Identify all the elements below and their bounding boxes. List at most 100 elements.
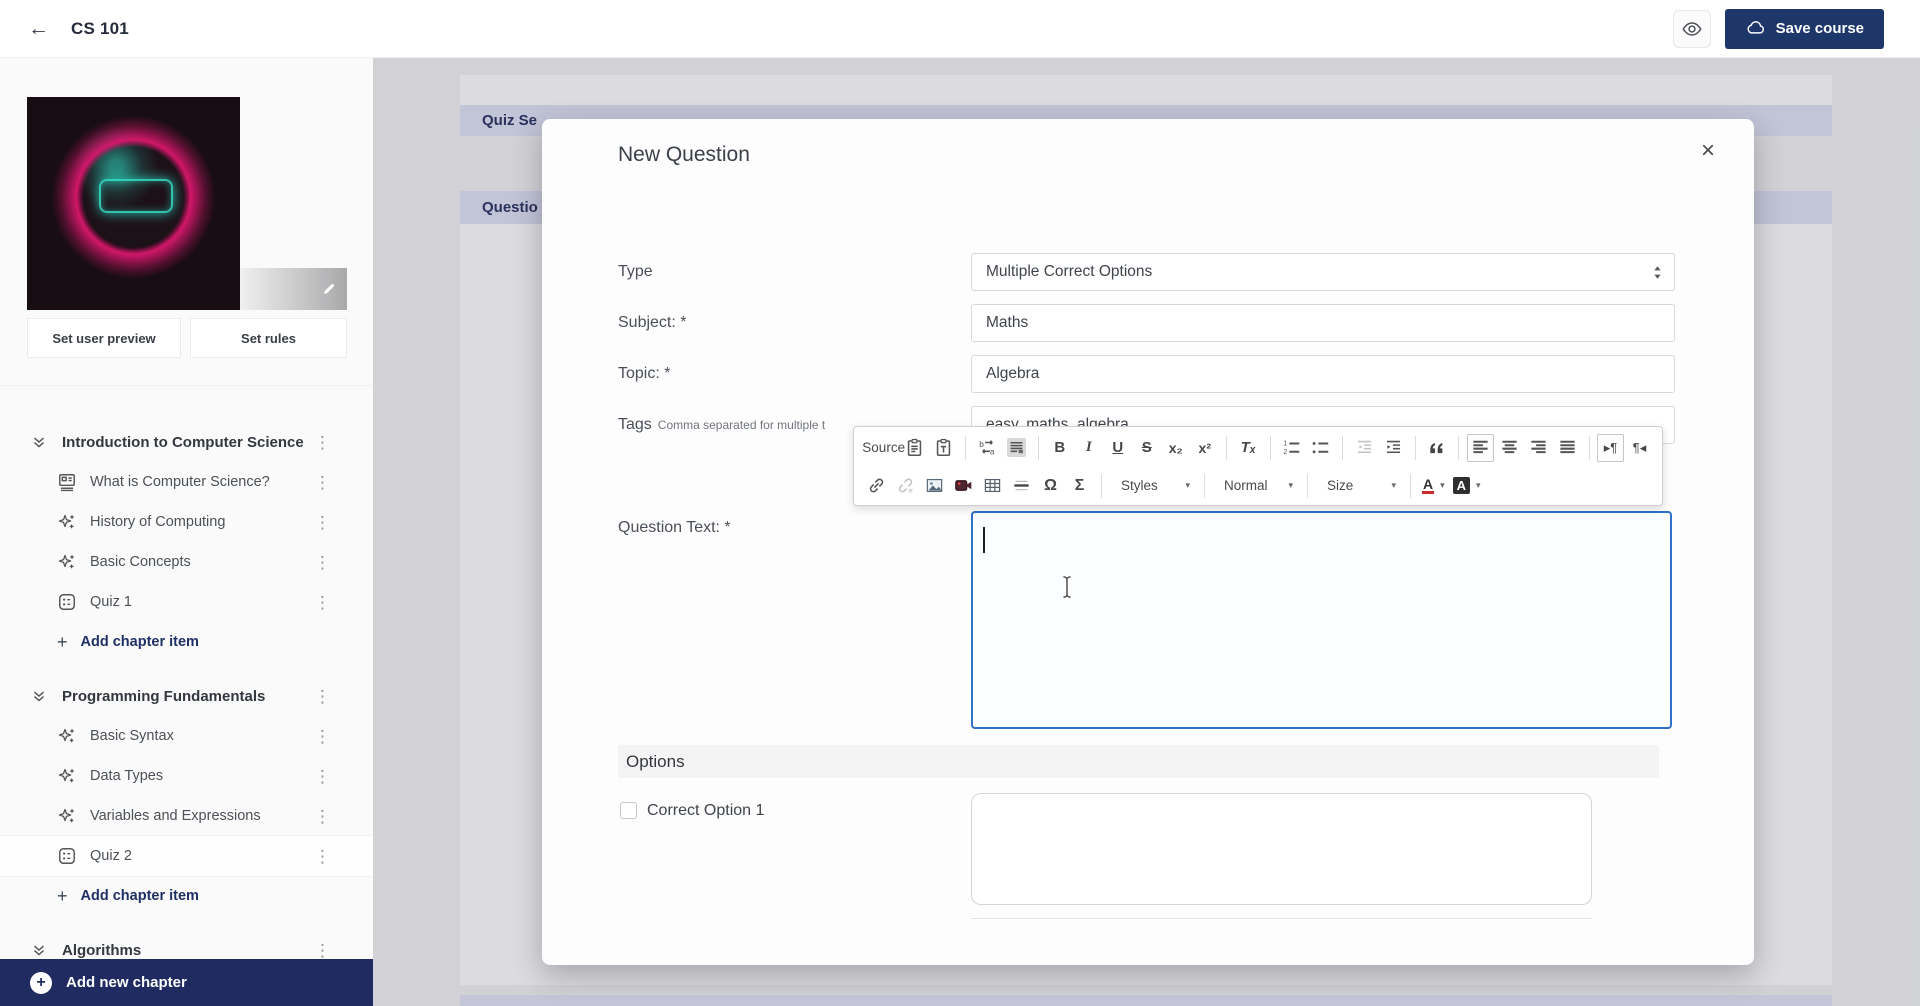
pencil-icon <box>321 281 337 297</box>
type-select[interactable]: Multiple Correct Options <box>971 253 1675 291</box>
kebab-menu-icon[interactable]: ⋮ <box>310 592 335 613</box>
subscript-icon: x₂ <box>1169 441 1183 455</box>
italic-button[interactable]: I <box>1075 434 1102 462</box>
format-dropdown-button[interactable]: Normal▾ <box>1213 472 1299 500</box>
align-center-icon <box>1500 438 1519 457</box>
set-user-preview-button[interactable]: Set user preview <box>27 318 181 358</box>
svg-text:b: b <box>979 439 984 449</box>
topbar-actions: Save course <box>1673 9 1920 49</box>
chapter-header[interactable]: Introduction to Computer Science⋮ <box>30 422 335 462</box>
sparkle-icon <box>57 512 77 532</box>
chapter-item[interactable]: What is Computer Science?⋮ <box>30 462 335 502</box>
styles-dropdown-button[interactable]: Styles▾ <box>1110 472 1196 500</box>
options-section-header: Options <box>618 745 1659 778</box>
save-course-button[interactable]: Save course <box>1725 9 1884 49</box>
cover-edit-strip[interactable] <box>240 268 347 310</box>
correct-option-1-checkbox[interactable] <box>620 802 637 819</box>
remove-format-button[interactable]: Tₓ <box>1235 434 1262 462</box>
blockquote-button[interactable] <box>1423 434 1450 462</box>
select-all-button[interactable] <box>1003 434 1030 462</box>
text-color-button[interactable]: A▾ <box>1419 472 1448 500</box>
add-chapter-item-button[interactable]: +Add chapter item <box>30 622 335 662</box>
subscript-button[interactable]: x₂ <box>1162 434 1189 462</box>
paste-button[interactable] <box>901 434 928 462</box>
plus-icon: + <box>57 886 68 907</box>
special-char-icon: Ω <box>1044 478 1057 494</box>
question-text-editor[interactable] <box>971 511 1672 729</box>
kebab-menu-icon[interactable]: ⋮ <box>310 472 335 493</box>
kebab-menu-icon[interactable]: ⋮ <box>310 940 335 960</box>
preview-eye-button[interactable] <box>1673 10 1711 48</box>
rtl-icon: ¶◂ <box>1633 441 1647 454</box>
chapter-header[interactable]: Algorithms⋮ <box>30 930 335 959</box>
numbered-list-button[interactable]: 12 <box>1278 434 1305 462</box>
superscript-button[interactable]: x² <box>1191 434 1218 462</box>
chapter-item-label: Variables and Expressions <box>90 808 310 824</box>
superscript-icon: x² <box>1199 441 1211 455</box>
chapter-item[interactable]: Quiz 1⋮ <box>30 582 335 622</box>
bg-color-button[interactable]: A▾ <box>1450 472 1484 500</box>
chapter-item[interactable]: Variables and Expressions⋮ <box>30 796 335 836</box>
topic-input[interactable] <box>971 355 1675 393</box>
math-icon: Σ <box>1075 478 1085 494</box>
video-button[interactable] <box>950 472 977 500</box>
link-button[interactable] <box>863 472 890 500</box>
text-color-icon: A <box>1422 477 1434 494</box>
kebab-menu-icon[interactable]: ⋮ <box>310 432 335 453</box>
option-1-text-editor[interactable] <box>971 793 1592 905</box>
sparkle-icon <box>57 806 77 826</box>
kebab-menu-icon[interactable]: ⋮ <box>310 726 335 747</box>
rtl-button[interactable]: ¶◂ <box>1626 434 1653 462</box>
kebab-menu-icon[interactable]: ⋮ <box>310 846 335 867</box>
sparkle-icon <box>57 766 77 786</box>
caret-down-icon: ▾ <box>1185 480 1190 491</box>
paste-text-button[interactable] <box>930 434 957 462</box>
indent-button[interactable] <box>1380 434 1407 462</box>
chapter-header[interactable]: Programming Fundamentals⋮ <box>30 676 335 716</box>
source-button[interactable]: Source <box>863 434 899 462</box>
horizontal-rule-button[interactable] <box>1008 472 1035 500</box>
editor-toolbar-row1: Source ba BIUSx₂ x² Tₓ 12 ▸¶ ¶◂ <box>862 429 1654 466</box>
chapter-item[interactable]: Data Types⋮ <box>30 756 335 796</box>
close-icon[interactable]: × <box>1692 135 1724 167</box>
strike-icon: S <box>1142 440 1152 455</box>
size-dropdown-button[interactable]: Size▾ <box>1316 472 1402 500</box>
special-char-button[interactable]: Ω <box>1037 472 1064 500</box>
chapter-item[interactable]: Quiz 2⋮ <box>0 836 373 876</box>
align-center-button[interactable] <box>1496 434 1523 462</box>
math-button[interactable]: Σ <box>1066 472 1093 500</box>
image-button[interactable] <box>921 472 948 500</box>
bulleted-list-button[interactable] <box>1307 434 1334 462</box>
align-right-button[interactable] <box>1525 434 1552 462</box>
kebab-menu-icon[interactable]: ⋮ <box>310 686 335 707</box>
toolbar-separator <box>1101 474 1102 498</box>
set-rules-button[interactable]: Set rules <box>190 318 347 358</box>
bold-button[interactable]: B <box>1046 434 1073 462</box>
outdent-button <box>1351 434 1378 462</box>
kebab-menu-icon[interactable]: ⋮ <box>310 766 335 787</box>
add-new-chapter-button[interactable]: + Add new chapter <box>0 959 373 1006</box>
subject-input[interactable] <box>971 304 1675 342</box>
kebab-menu-icon[interactable]: ⋮ <box>310 552 335 573</box>
table-button[interactable] <box>979 472 1006 500</box>
chapter-item[interactable]: Basic Syntax⋮ <box>30 716 335 756</box>
chapter-title: Programming Fundamentals <box>62 688 310 705</box>
ltr-button[interactable]: ▸¶ <box>1597 434 1624 462</box>
sparkle-icon <box>57 552 77 572</box>
align-left-button[interactable] <box>1467 434 1494 462</box>
strike-button[interactable]: S <box>1133 434 1160 462</box>
chapter-item[interactable]: Basic Concepts⋮ <box>30 542 335 582</box>
kebab-menu-icon[interactable]: ⋮ <box>310 806 335 827</box>
topbar: ← CS 101 Save course <box>0 0 1920 58</box>
image-icon <box>925 476 944 495</box>
add-chapter-item-button[interactable]: +Add chapter item <box>30 876 335 916</box>
underline-button[interactable]: U <box>1104 434 1131 462</box>
back-arrow-icon[interactable]: ← <box>28 17 49 41</box>
align-justify-button[interactable] <box>1554 434 1581 462</box>
replace-button[interactable]: ba <box>974 434 1001 462</box>
chapter-item[interactable]: History of Computing⋮ <box>30 502 335 542</box>
indent-icon <box>1384 438 1403 457</box>
kebab-menu-icon[interactable]: ⋮ <box>310 512 335 533</box>
remove-format-icon: Tₓ <box>1241 440 1256 455</box>
chevron-double-down-icon <box>30 433 48 451</box>
